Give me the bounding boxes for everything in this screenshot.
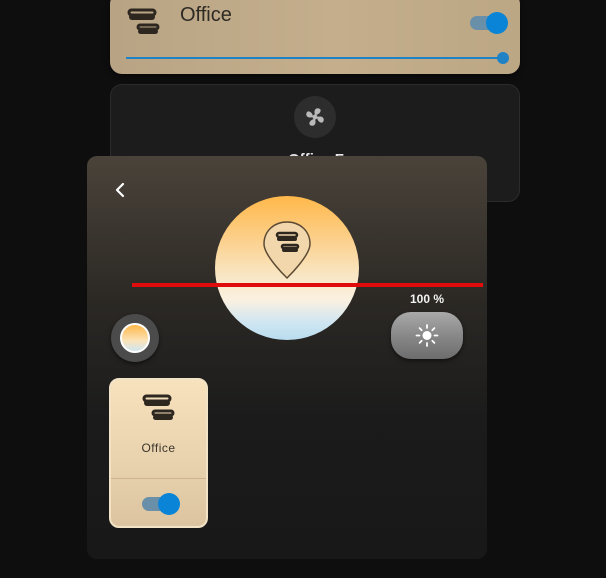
light-tile-office[interactable]: Office (109, 378, 208, 528)
chevron-left-icon (115, 182, 125, 198)
sun-icon (415, 324, 439, 347)
light-toggle[interactable] (470, 12, 508, 34)
ceiling-light-icon (142, 394, 175, 420)
toggle-thumb (486, 12, 508, 34)
fan-icon (306, 108, 324, 126)
light-card-office[interactable]: Office (110, 0, 520, 74)
light-card-title: Office (180, 4, 232, 26)
tile-toggle[interactable] (142, 493, 180, 515)
fan-icon-badge (294, 96, 336, 138)
toggle-thumb (158, 493, 180, 515)
back-button[interactable] (109, 178, 133, 202)
light-more-info-dialog: 100 % Office (87, 156, 487, 559)
brightness-slider-thumb[interactable] (497, 52, 509, 64)
color-temperature-button[interactable] (111, 314, 159, 362)
brightness-percent: 100 % (409, 292, 445, 306)
red-line-overlay (132, 283, 483, 287)
brightness-slider[interactable] (126, 57, 504, 59)
tile-divider (111, 478, 206, 479)
light-position-marker[interactable] (262, 220, 312, 280)
color-temperature-icon (120, 323, 150, 353)
tile-name: Office (141, 441, 176, 455)
brightness-button[interactable] (391, 312, 463, 359)
ceiling-light-icon (127, 8, 160, 34)
